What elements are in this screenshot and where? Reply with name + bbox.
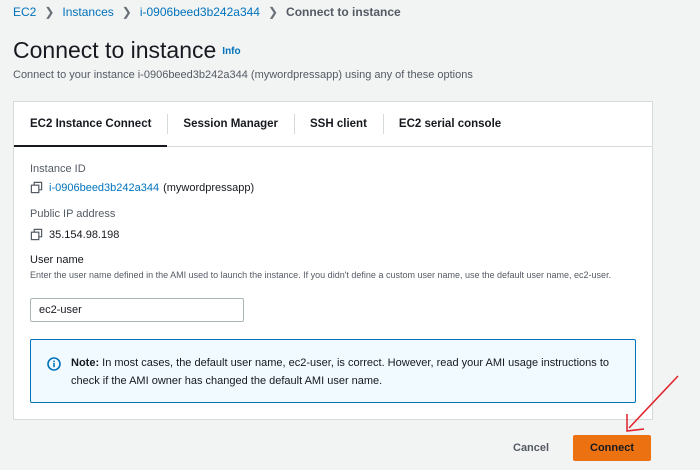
info-icon	[47, 357, 61, 371]
copy-icon[interactable]	[30, 228, 43, 241]
connect-button[interactable]: Connect	[573, 435, 651, 461]
public-ip-label: Public IP address	[30, 208, 116, 220]
breadcrumb-instances[interactable]: Instances	[62, 5, 113, 19]
tab-ec2-serial-console[interactable]: EC2 serial console	[382, 102, 517, 146]
info-link[interactable]: Info	[222, 46, 240, 57]
instance-id-value: i-0906beed3b242a344 (mywordpressapp)	[30, 181, 254, 194]
breadcrumb: EC2 ❯ Instances ❯ i-0906beed3b242a344 ❯ …	[13, 4, 401, 20]
tab-bar: EC2 Instance Connect Session Manager SSH…	[14, 102, 652, 147]
chevron-right-icon: ❯	[44, 5, 55, 19]
info-alert-text: Note: In most cases, the default user na…	[71, 354, 621, 390]
note-body: In most cases, the default user name, ec…	[71, 357, 610, 387]
username-input[interactable]	[30, 298, 244, 322]
public-ip-text: 35.154.98.198	[49, 228, 120, 241]
page-subtitle: Connect to your instance i-0906beed3b242…	[13, 69, 473, 81]
tab-session-manager[interactable]: Session Manager	[167, 102, 294, 146]
chevron-right-icon: ❯	[267, 5, 279, 19]
instance-id-label: Instance ID	[30, 163, 86, 175]
tab-ec2-instance-connect[interactable]: EC2 Instance Connect	[14, 102, 168, 147]
note-bold: Note:	[71, 357, 100, 369]
connect-panel: EC2 Instance Connect Session Manager SSH…	[13, 101, 653, 420]
username-hint: Enter the user name defined in the AMI u…	[30, 270, 612, 280]
instance-name: (mywordpressapp)	[163, 181, 255, 194]
breadcrumb-current: Connect to instance	[286, 5, 401, 19]
breadcrumb-ec2[interactable]: EC2	[13, 5, 36, 19]
breadcrumb-instance-id[interactable]: i-0906beed3b242a344	[140, 5, 260, 19]
public-ip-value: 35.154.98.198	[30, 228, 119, 241]
username-label: User name	[30, 254, 84, 266]
info-alert: Note: In most cases, the default user na…	[30, 339, 636, 403]
page-title-text: Connect to instance	[13, 37, 217, 63]
page-title: Connect to instance Info	[13, 36, 241, 66]
copy-icon[interactable]	[30, 181, 43, 194]
chevron-right-icon: ❯	[121, 5, 132, 19]
instance-id-link[interactable]: i-0906beed3b242a344	[49, 182, 159, 194]
tab-ssh-client[interactable]: SSH client	[294, 102, 383, 146]
cancel-button[interactable]: Cancel	[503, 436, 559, 460]
